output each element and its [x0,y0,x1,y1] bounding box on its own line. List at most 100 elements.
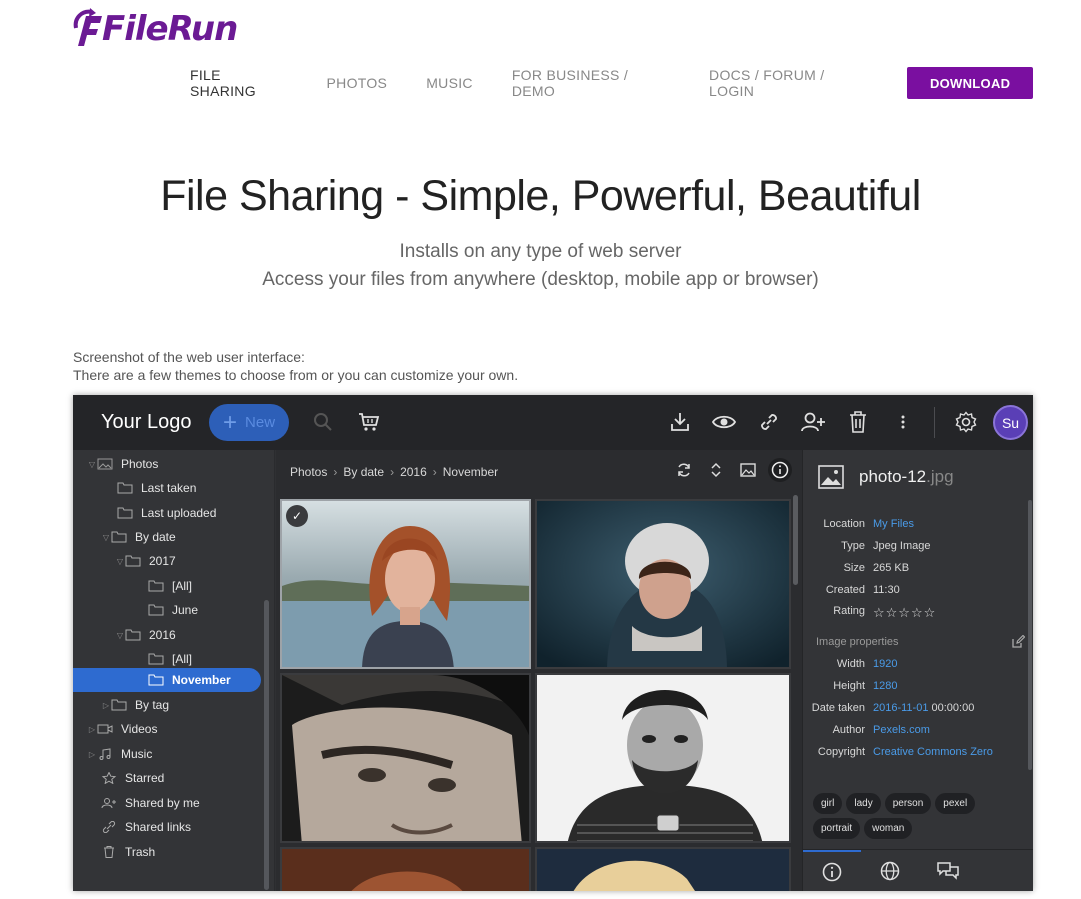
new-button-label: New [245,414,276,431]
sidebar-scrollbar[interactable] [264,600,269,890]
tree-item-shared-by-me[interactable]: Shared by me [73,791,261,815]
tree-label: [All] [172,652,193,666]
expand-arrow-icon[interactable]: ▷ [101,701,111,710]
tab-info[interactable] [803,850,861,891]
photo-thumbnail[interactable] [535,673,791,843]
tree-item-last-uploaded[interactable]: Last uploaded [73,501,261,525]
tag-chip[interactable]: pexel [935,793,976,814]
tree-label: Starred [125,771,165,785]
tree-label: Photos [121,457,159,471]
tree-item-starred[interactable]: Starred [73,766,261,790]
filerun-logo[interactable]: FileRun [72,8,238,50]
download-button[interactable]: DOWNLOAD [907,67,1033,99]
file-basename: photo-12 [859,467,927,486]
grid-scrollbar[interactable] [793,495,798,585]
search-icon[interactable] [310,409,336,435]
date-taken-time: 00:00:00 [928,702,975,714]
tag-chip[interactable]: lady [846,793,881,814]
add-user-icon[interactable] [800,409,826,435]
screenshot-caption-2: There are a few themes to choose from or… [73,367,519,383]
collapse-arrow-icon[interactable]: ▽ [101,533,111,542]
tree-item-june[interactable]: June [73,598,261,622]
photo-image [282,501,529,667]
edit-icon[interactable] [1011,635,1025,649]
tag-chip[interactable]: girl [813,793,843,814]
breadcrumb-item[interactable]: By date [343,465,384,479]
top-navigation: FILE SHARING PHOTOS MUSIC FOR BUSINESS /… [190,66,1033,100]
user-avatar[interactable]: Su [993,405,1028,440]
info-icon[interactable] [768,458,792,482]
expand-arrow-icon[interactable]: ▷ [87,750,97,759]
eye-icon[interactable] [711,409,737,435]
tab-comments[interactable] [919,850,977,891]
tag-chip[interactable]: portrait [813,818,861,839]
selected-check-icon[interactable]: ✓ [286,505,308,527]
refresh-icon[interactable] [672,458,696,482]
tree-item-trash[interactable]: Trash [73,840,261,864]
cart-icon[interactable] [356,409,382,435]
tree-item-2016[interactable]: ▽ 2016 [73,623,261,647]
tag-chip[interactable]: woman [864,818,913,839]
trash-icon[interactable] [845,409,871,435]
sort-icon[interactable] [704,458,728,482]
folder-icon [117,507,133,519]
nav-music[interactable]: MUSIC [426,75,473,91]
comments-icon [937,862,959,880]
toolbar-divider [934,407,935,438]
property-value[interactable]: 1280 [873,680,897,698]
property-value[interactable]: 1920 [873,658,897,676]
thumbnail-view-icon[interactable] [736,458,760,482]
view-controls [672,458,792,482]
property-value[interactable]: Creative Commons Zero [873,746,993,764]
tree-item-by-date[interactable]: ▽ By date [73,525,261,549]
tree-item-last-taken[interactable]: Last taken [73,476,261,500]
details-scrollbar[interactable] [1028,500,1032,770]
property-key: Author [832,724,865,736]
link-icon[interactable] [756,409,782,435]
property-key: Size [843,562,865,574]
more-icon[interactable] [890,409,916,435]
photo-thumbnail[interactable] [535,499,791,669]
tree-item-by-tag[interactable]: ▷ By tag [73,693,261,717]
tree-label: Videos [121,722,158,736]
nav-for-business-demo[interactable]: FOR BUSINESS / DEMO [512,67,670,99]
plus-icon: + [223,408,238,436]
photo-thumbnail[interactable]: ✓ [280,499,531,669]
breadcrumb-item[interactable]: November [443,465,498,479]
breadcrumb-item[interactable]: Photos [290,465,327,479]
property-key: Height [833,680,865,692]
breadcrumb-item[interactable]: 2016 [400,465,427,479]
photo-thumbnail[interactable] [280,847,531,891]
tree-item-photos[interactable]: ▽ Photos [73,452,261,476]
photo-thumbnail[interactable] [535,847,791,891]
nav-photos[interactable]: PHOTOS [327,75,388,91]
tag-chip[interactable]: person [884,793,932,814]
breadcrumb-separator: › [390,465,395,479]
tree-item-music[interactable]: ▷ Music [73,742,261,766]
property-key: Created [825,584,865,596]
tree-label: Music [121,747,153,761]
tree-item-november[interactable]: November [73,668,261,692]
tree-item-2017-all[interactable]: [All] [73,574,261,598]
date-taken-link[interactable]: 2016-11-01 [873,702,928,714]
tree-item-videos[interactable]: ▷ Videos [73,717,261,741]
photo-thumbnail[interactable] [280,673,531,843]
property-value[interactable]: My Files [873,518,914,536]
download-icon[interactable] [667,409,693,435]
nav-file-sharing[interactable]: FILE SHARING [190,67,288,99]
info-icon [822,862,842,882]
trash-icon [104,846,114,858]
property-value[interactable]: Pexels.com [873,724,930,742]
tree-item-2017[interactable]: ▽ 2017 [73,549,261,573]
expand-arrow-icon[interactable]: ▷ [87,725,97,734]
collapse-arrow-icon[interactable]: ▽ [115,631,125,640]
tree-item-shared-links[interactable]: Shared links [73,815,261,839]
rating-stars[interactable]: ☆☆☆☆☆ [873,605,936,623]
new-button[interactable]: + New [209,404,289,441]
tab-sharing[interactable] [861,850,919,891]
collapse-arrow-icon[interactable]: ▽ [115,557,125,566]
collapse-arrow-icon[interactable]: ▽ [87,460,97,469]
gear-icon[interactable] [953,409,979,435]
folder-icon [111,531,127,543]
nav-docs-forum-login[interactable]: DOCS / FORUM / LOGIN [709,67,868,99]
